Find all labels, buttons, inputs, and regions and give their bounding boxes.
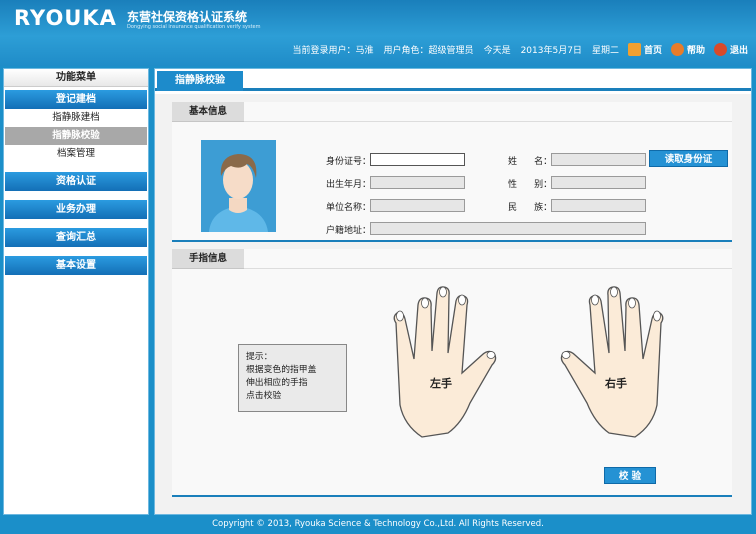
menu-group-query[interactable]: 查询汇总 — [5, 228, 147, 247]
menu-group-business[interactable]: 业务办理 — [5, 200, 147, 219]
today-label: 今天是 — [483, 45, 511, 56]
home-icon[interactable] — [627, 42, 641, 56]
system-title: 东营社保资格认证系统 — [127, 10, 248, 24]
name-label: 姓 名： — [508, 157, 553, 167]
role-label: 用户角色： — [383, 45, 429, 56]
basic-info-panel: 基本信息 身份证号： 姓 名： 读取身份证 出生年月： 性 别： 单位名称： 民… — [172, 102, 732, 242]
system-subtitle: Dongying social insurance qualification … — [127, 24, 261, 30]
home-link[interactable]: 首页 — [644, 43, 662, 56]
address-field — [370, 222, 646, 235]
left-hand-label: 左手 — [429, 376, 452, 390]
id-number-label: 身份证号： — [326, 157, 372, 167]
power-icon[interactable] — [713, 42, 727, 56]
tip-line: 伸出相应的手指 — [246, 378, 308, 388]
tip-line: 点击校验 — [246, 391, 282, 401]
menu-item-vein-verify[interactable]: 指静脉校验 — [5, 127, 147, 145]
gender-label: 性 别： — [508, 180, 553, 190]
menu-group-register[interactable]: 登记建档 — [5, 90, 147, 109]
tab-bar: 指静脉校验 — [155, 69, 751, 91]
unit-label: 单位名称： — [326, 203, 372, 213]
current-date: 2013年5月7日 — [520, 45, 582, 56]
tab-vein-verify[interactable]: 指静脉校验 — [157, 71, 243, 91]
content-area: 基本信息 身份证号： 姓 名： 读取身份证 出生年月： 性 别： 单位名称： 民… — [155, 94, 751, 514]
menu-item-vein-register[interactable]: 指静脉建档 — [5, 109, 147, 127]
sidebar: 功能菜单 登记建档 指静脉建档 指静脉校验 档案管理 资格认证 业务办理 查询汇… — [3, 68, 149, 515]
verify-button[interactable]: 校 验 — [604, 467, 656, 484]
logo: RYOUKA — [14, 6, 117, 30]
right-hand-label: 右手 — [604, 376, 627, 390]
menu-group-certification[interactable]: 资格认证 — [5, 172, 147, 191]
birth-label: 出生年月： — [326, 180, 372, 190]
main-area: 指静脉校验 基本信息 身份证号： 姓 名： 读取身份证 出生年月： 性 别： 单… — [154, 68, 752, 515]
user-role: 超级管理员 — [428, 45, 474, 56]
finger-info-title: 手指信息 — [172, 249, 244, 269]
tip-line: 根据变色的指甲盖 — [246, 365, 317, 375]
help-link[interactable]: 帮助 — [687, 43, 705, 56]
name-field — [551, 153, 646, 166]
sidebar-title: 功能菜单 — [4, 69, 148, 87]
current-user: 马淮 — [355, 45, 374, 56]
read-id-card-button[interactable]: 读取身份证 — [649, 150, 728, 167]
basic-info-title: 基本信息 — [172, 102, 244, 122]
menu-item-archive[interactable]: 档案管理 — [5, 145, 147, 163]
tip-line: 提示： — [246, 352, 273, 362]
finger-info-panel: 手指信息 提示： 根据变色的指甲盖 伸出相应的手指 点击校验 左手 右手 校 验 — [172, 249, 732, 497]
id-photo — [201, 140, 276, 232]
current-user-label: 当前登录用户： — [292, 45, 356, 56]
ethnic-field — [551, 199, 646, 212]
gender-field — [551, 176, 646, 189]
ethnic-label: 民 族： — [508, 203, 553, 213]
unit-field — [370, 199, 465, 212]
exit-link[interactable]: 退出 — [730, 43, 748, 56]
menu-group-settings[interactable]: 基本设置 — [5, 256, 147, 275]
help-icon[interactable] — [670, 42, 684, 56]
footer-copyright: Copyright © 2013, Ryouka Science & Techn… — [212, 519, 544, 529]
right-hand[interactable]: 右手 — [550, 285, 675, 445]
left-hand[interactable]: 左手 — [382, 285, 507, 445]
header-bar: RYOUKA 东营社保资格认证系统 Dongying social insura… — [0, 0, 756, 66]
weekday: 星期二 — [591, 45, 619, 56]
address-label: 户籍地址： — [326, 226, 372, 236]
status-bar: 当前登录用户： 马淮 用户角色： 超级管理员 今天是 2013年5月7日 星期二 首… — [283, 41, 748, 57]
tip-box: 提示： 根据变色的指甲盖 伸出相应的手指 点击校验 — [238, 344, 347, 412]
birth-field — [370, 176, 465, 189]
id-number-input[interactable] — [370, 153, 465, 166]
